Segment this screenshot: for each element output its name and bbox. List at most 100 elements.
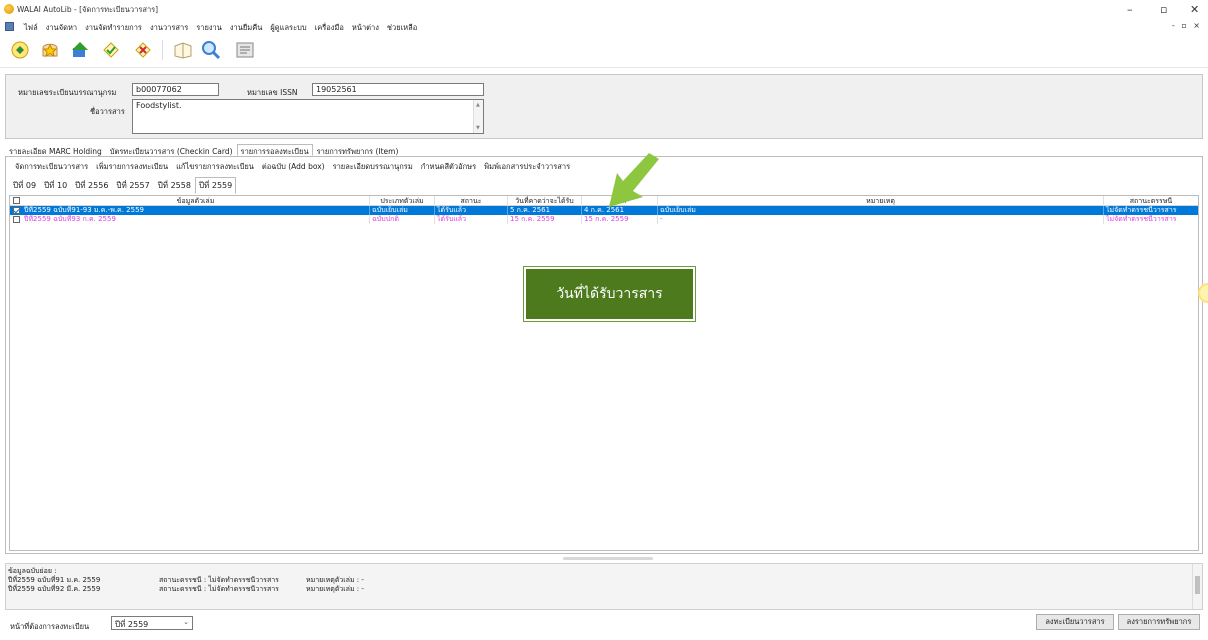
mdi-window-controls[interactable]: - ▫ × bbox=[1172, 21, 1202, 30]
window-title: WALAI AutoLib - [จัดการทะเบียนวารสาร] bbox=[17, 5, 159, 14]
sub-issue-info-panel: ข้อมูลฉบับย่อย : ปีที่2559 ฉบับที่91 ม.ค… bbox=[5, 563, 1203, 610]
search-icon[interactable] bbox=[198, 38, 224, 62]
menu-bar: ไฟล์ งานจัดหา งานจัดทำรายการ งานวารสาร ร… bbox=[0, 20, 1208, 34]
report-icon[interactable] bbox=[232, 38, 258, 62]
add-item-button[interactable]: ลงรายการทรัพยากร bbox=[1118, 614, 1200, 630]
document-icon[interactable] bbox=[5, 22, 14, 31]
new-icon[interactable] bbox=[7, 38, 33, 62]
cell-status: ได้รับแล้ว bbox=[435, 215, 508, 224]
cell-note: - bbox=[658, 215, 1104, 224]
main-tab-panel: จัดการทะเบียนวารสาร เพิ่มรายการลงทะเบียน… bbox=[5, 156, 1203, 554]
menu-file[interactable]: ไฟล์ bbox=[20, 22, 42, 34]
header-status[interactable]: สถานะ bbox=[435, 196, 508, 206]
row-checkbox[interactable] bbox=[13, 216, 20, 223]
app-window: WALAI AutoLib - [จัดการทะเบียนวารสาร] – … bbox=[0, 0, 1208, 640]
approve-icon[interactable] bbox=[98, 38, 124, 62]
cell-expected-date: 5 ก.ค. 2561 bbox=[508, 206, 582, 215]
link-manage-serials[interactable]: จัดการทะเบียนวารสาร bbox=[11, 161, 92, 173]
tab-year-09[interactable]: ปีที่ 09 bbox=[9, 177, 40, 194]
link-edit-registration[interactable]: แก้ไขรายการลงทะเบียน bbox=[172, 161, 258, 173]
annotation-arrow-icon bbox=[609, 153, 659, 207]
tab-checkin-card[interactable]: บัตรทะเบียนวารสาร (Checkin Card) bbox=[106, 144, 237, 156]
header-note[interactable]: หมายเหตุ bbox=[658, 196, 1104, 206]
info-scrollbar[interactable] bbox=[1192, 564, 1202, 609]
close-button[interactable]: ✕ bbox=[1190, 3, 1199, 16]
title-label: ชื่อวารสาร bbox=[90, 107, 125, 116]
info-status: สถานะดรรชนี : ไม่จัดทำดรรชนีวารสาร bbox=[159, 585, 279, 593]
menu-tools[interactable]: เครื่องมือ bbox=[311, 22, 348, 34]
cell-note: ฉบับเย็บเล่ม bbox=[658, 206, 1104, 215]
menu-acquisition[interactable]: งานจัดหา bbox=[42, 22, 81, 34]
grid-header: ข้อมูลตัวเล่ม ประเภทตัวเล่ม สถานะ วันที่… bbox=[10, 196, 1198, 206]
cell-received-date: 15 ก.ค. 2559 bbox=[582, 215, 658, 224]
link-print-docs[interactable]: พิมพ์เอกสารประจำวารสาร bbox=[480, 161, 574, 173]
scroll-up-icon[interactable]: ▲ bbox=[476, 102, 480, 108]
bookmark-star-icon[interactable] bbox=[37, 38, 63, 62]
header-issue[interactable]: ข้อมูลตัวเล่ม bbox=[22, 196, 370, 206]
check-arrow-icon[interactable] bbox=[67, 38, 93, 62]
scroll-down-icon[interactable]: ▼ bbox=[476, 125, 480, 131]
year-tab-strip: ปีที่ 09 ปีที่ 10 ปีที่ 2556 ปีที่ 2557 … bbox=[9, 177, 237, 194]
title-bar: WALAI AutoLib - [จัดการทะเบียนวารสาร] – … bbox=[0, 0, 1208, 20]
issn-field[interactable]: 19052561 bbox=[312, 83, 484, 96]
maximize-button[interactable]: ▫ bbox=[1160, 3, 1167, 16]
annotation-callout: วันที่ได้รับวารสาร bbox=[524, 267, 695, 321]
tab-items[interactable]: รายการทรัพยากร (Item) bbox=[313, 144, 403, 156]
target-page-label: หน้าที่ต้องการลงทะเบียน bbox=[10, 622, 90, 631]
menu-admin[interactable]: ผู้ดูแลระบบ bbox=[266, 22, 310, 34]
open-book-icon[interactable] bbox=[170, 38, 196, 62]
app-logo-icon bbox=[4, 4, 14, 14]
tab-year-2558[interactable]: ปีที่ 2558 bbox=[154, 177, 195, 194]
cell-issue: ปีที่2559 ฉบับที่93 ก.ค. 2559 bbox=[22, 215, 370, 224]
cancel-icon[interactable] bbox=[130, 38, 156, 62]
select-value: ปีที่ 2559 bbox=[115, 620, 149, 629]
target-page-select[interactable]: ปีที่ 2559 ⌄ bbox=[111, 616, 193, 630]
toolbar-separator bbox=[162, 40, 163, 60]
menu-serials[interactable]: งานวารสาร bbox=[146, 22, 192, 34]
cell-index-status: ไม่จัดทำดรรชนีวารสาร bbox=[1106, 206, 1177, 214]
scroll-thumb[interactable] bbox=[1195, 576, 1200, 594]
menu-cataloging[interactable]: งานจัดทำรายการ bbox=[81, 22, 146, 34]
menu-help[interactable]: ช่วยเหลือ bbox=[383, 22, 421, 34]
link-font-color[interactable]: กำหนดสีตัวอักษร bbox=[417, 161, 480, 173]
link-bib-details[interactable]: รายละเอียดบรรณานุกรม bbox=[329, 161, 417, 173]
tab-year-2556[interactable]: ปีที่ 2556 bbox=[71, 177, 112, 194]
tab-year-2559[interactable]: ปีที่ 2559 bbox=[194, 177, 237, 194]
cell-status: ได้รับแล้ว bbox=[435, 206, 508, 215]
menu-circulation[interactable]: งานยืมคืน bbox=[226, 22, 266, 34]
control-number-field[interactable]: b00077062 bbox=[132, 83, 219, 96]
tab-year-2557[interactable]: ปีที่ 2557 bbox=[112, 177, 153, 194]
registration-grid: ข้อมูลตัวเล่ม ประเภทตัวเล่ม สถานะ วันที่… bbox=[9, 195, 1199, 551]
control-number-label: หมายเลขระเบียนบรรณานุกรม bbox=[18, 88, 117, 97]
header-type[interactable]: ประเภทตัวเล่ม bbox=[370, 196, 435, 206]
toolbar bbox=[0, 34, 1208, 68]
header-index-status[interactable]: สถานะตรรษนี bbox=[1104, 196, 1198, 206]
header-expected-date[interactable]: วันที่คาดว่าจะได้รับ bbox=[508, 196, 582, 206]
info-issue: ปีที่2559 ฉบับที่92 มี.ค. 2559 bbox=[8, 585, 101, 593]
cell-type: ฉบับเย็บเล่ม bbox=[370, 206, 435, 215]
title-value: Foodstylist. bbox=[136, 101, 182, 110]
cell-issue: ปีที่2559 ฉบับที่91-93 ม.ค.-พ.ค. 2559 bbox=[22, 206, 370, 215]
action-links: จัดการทะเบียนวารสาร เพิ่มรายการลงทะเบียน… bbox=[11, 161, 574, 173]
info-note: หมายเหตุตัวเล่ม : - bbox=[306, 585, 364, 593]
link-add-box[interactable]: ต่อฉบับ (Add box) bbox=[258, 161, 329, 173]
main-tab-strip: รายละเอียด MARC Holding บัตรทะเบียนวารสา… bbox=[5, 144, 402, 156]
row-checkbox[interactable] bbox=[13, 207, 20, 214]
menu-reports[interactable]: รายงาน bbox=[192, 22, 226, 34]
tab-year-10[interactable]: ปีที่ 10 bbox=[40, 177, 71, 194]
minimize-button[interactable]: – bbox=[1127, 3, 1133, 16]
title-field[interactable]: Foodstylist. ▲ ▼ bbox=[132, 99, 484, 134]
link-add-registration[interactable]: เพิ่มรายการลงทะเบียน bbox=[92, 161, 172, 173]
select-all-checkbox[interactable] bbox=[13, 197, 20, 204]
title-scrollbar[interactable]: ▲ ▼ bbox=[473, 100, 483, 133]
table-row[interactable]: ปีที่2559 ฉบับที่93 ก.ค. 2559 ฉบับปกติ ไ… bbox=[10, 215, 1198, 224]
menu-window[interactable]: หน้าต่าง bbox=[348, 22, 383, 34]
panel-splitter[interactable] bbox=[563, 557, 653, 560]
bib-form-panel: หมายเลขระเบียนบรรณานุกรม b00077062 หมายเ… bbox=[5, 74, 1203, 139]
tab-pending-registration[interactable]: รายการรอลงทะเบียน bbox=[236, 144, 313, 156]
tab-marc-holding[interactable]: รายละเอียด MARC Holding bbox=[5, 144, 106, 156]
table-row[interactable]: ปีที่2559 ฉบับที่91-93 ม.ค.-พ.ค. 2559 ฉบ… bbox=[10, 206, 1198, 215]
cell-expected-date: 15 ก.ค. 2559 bbox=[508, 215, 582, 224]
chevron-down-icon[interactable]: ⌄ bbox=[183, 618, 189, 626]
register-serial-button[interactable]: ลงทะเบียนวารสาร bbox=[1036, 614, 1114, 630]
